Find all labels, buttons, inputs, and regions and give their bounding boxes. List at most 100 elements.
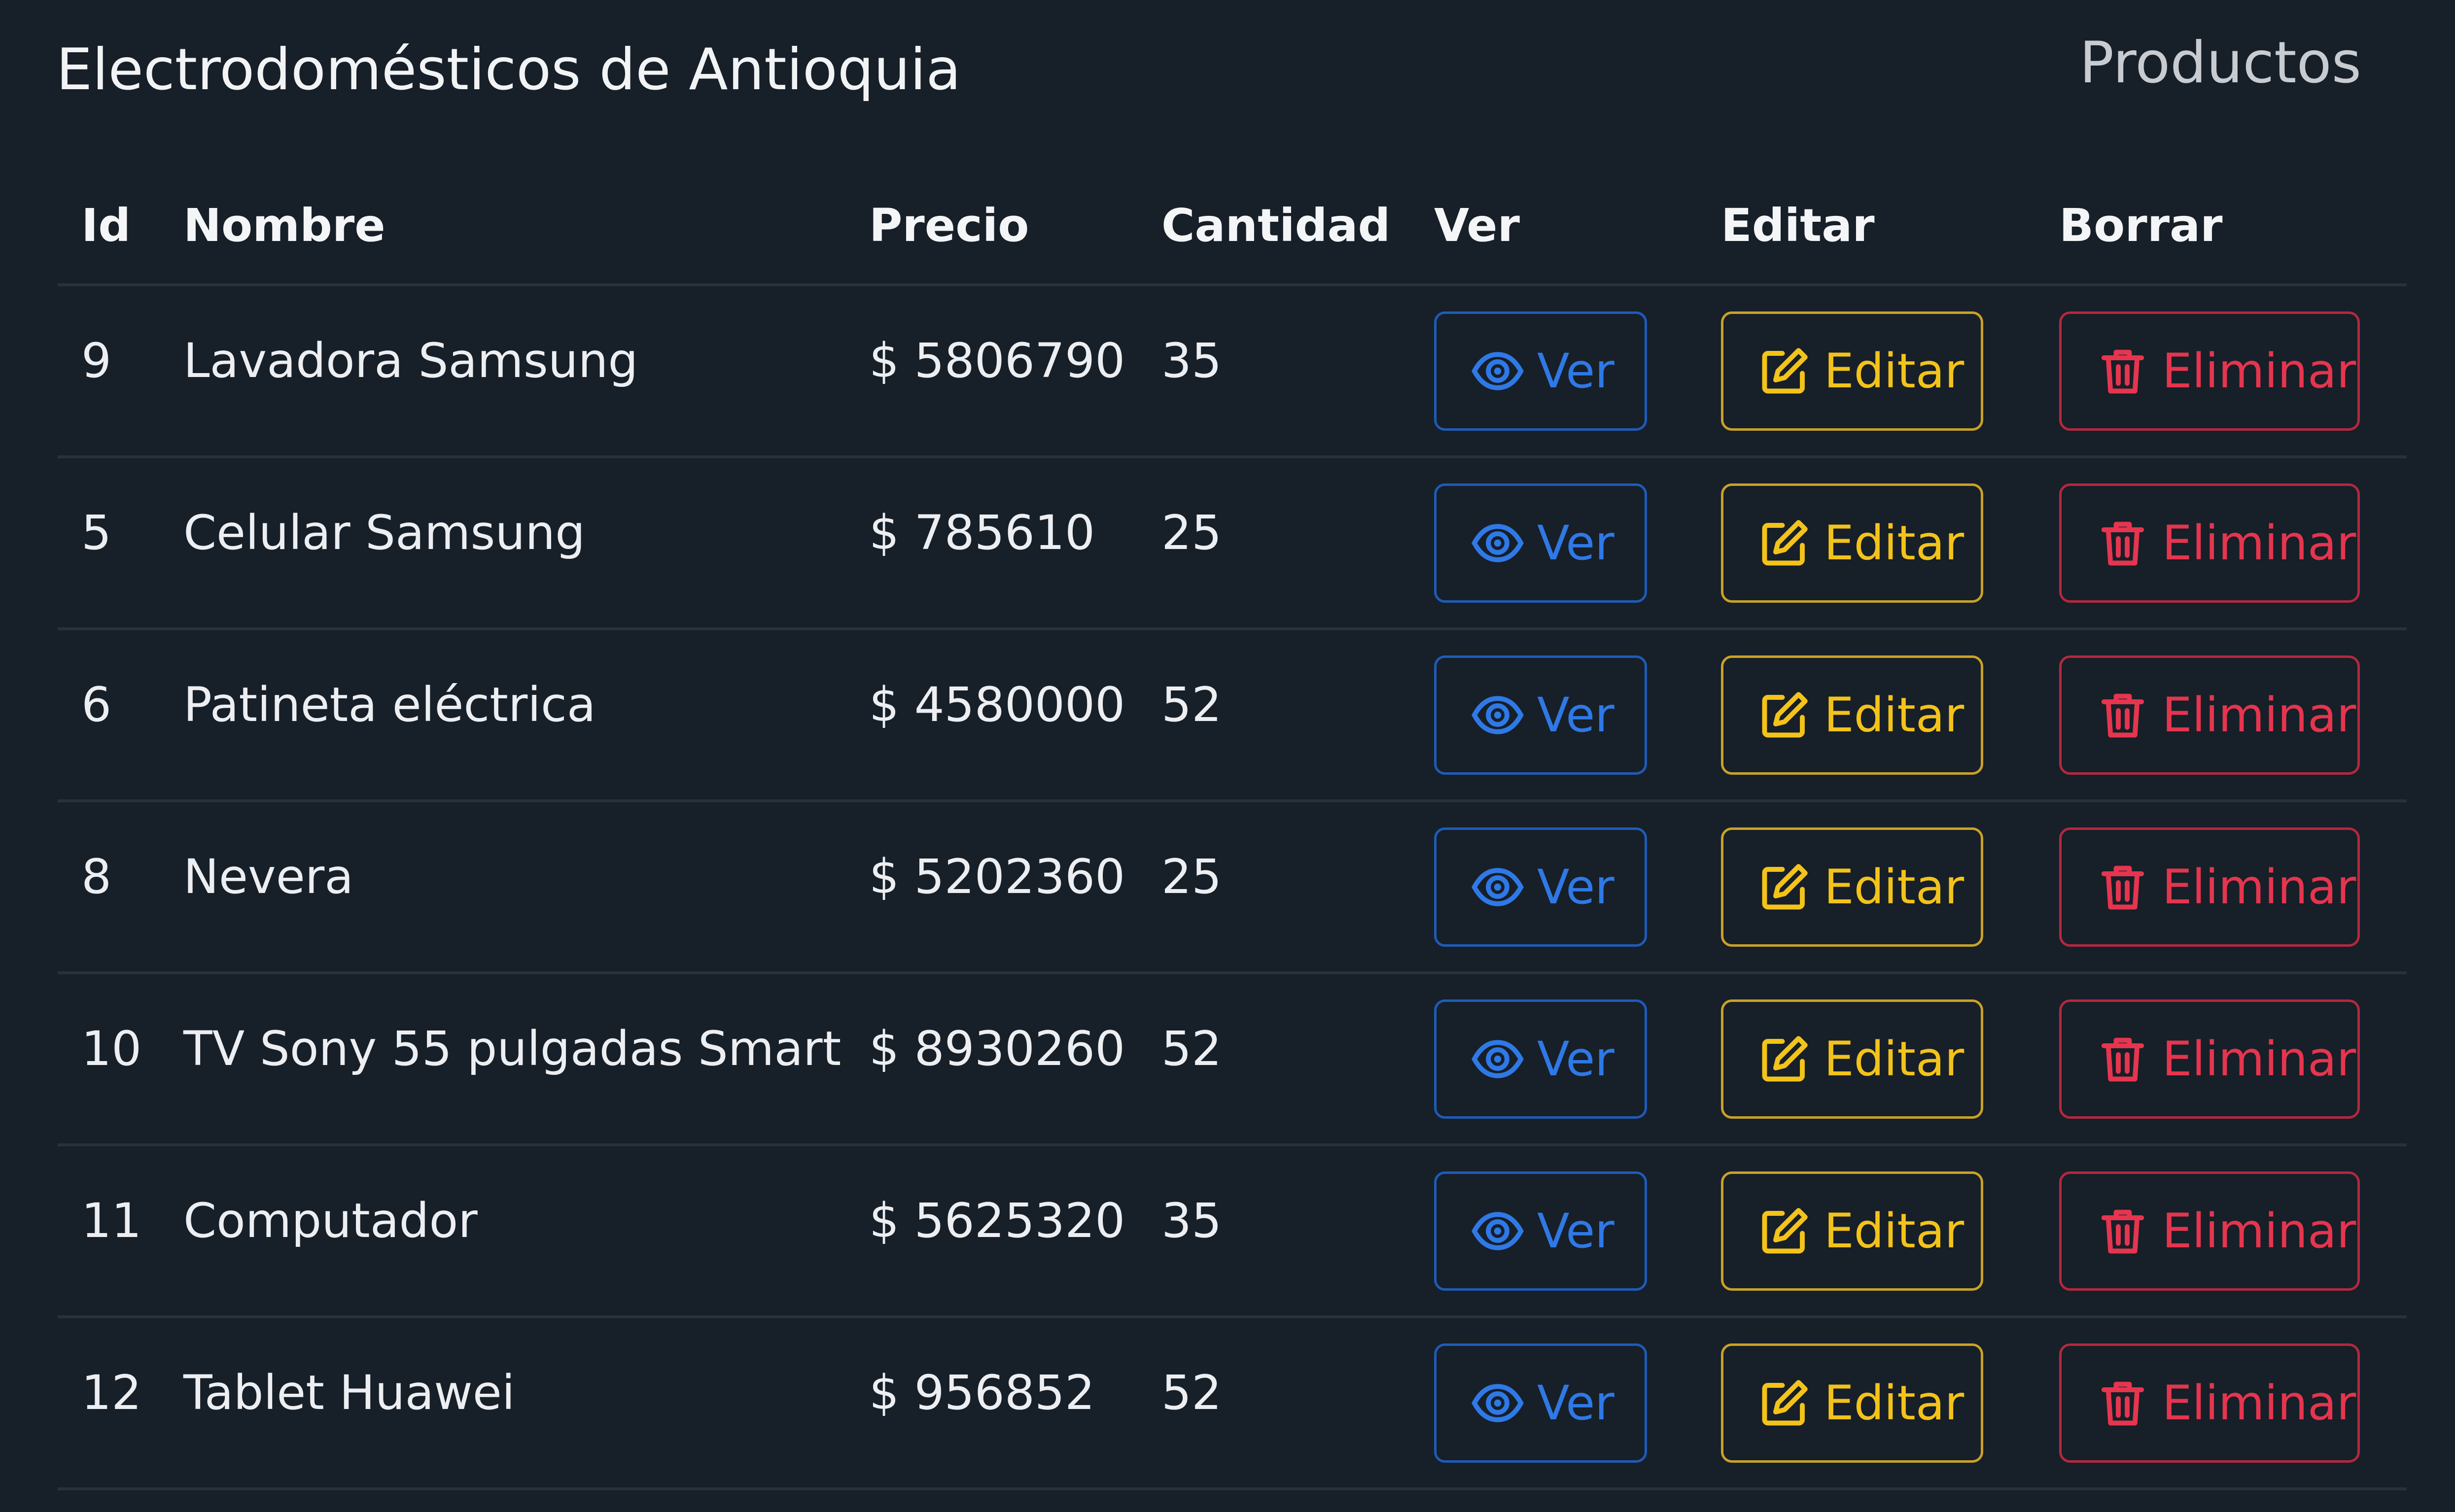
pencil-square-icon — [1762, 348, 1808, 394]
eliminar-button[interactable]: Eliminar — [2059, 483, 2360, 603]
header-ver: Ver — [1410, 168, 1697, 286]
cell-id: 6 — [58, 629, 160, 802]
cell-cantidad: 52 — [1138, 973, 1410, 1146]
cell-editar: Editar — [1697, 1145, 2035, 1318]
cell-precio: $ 8930260 — [845, 973, 1138, 1146]
cell-id: 12 — [58, 1317, 160, 1490]
table-row: 11 Computador $ 5625320 35 Ver Editar El… — [58, 1145, 2407, 1318]
editar-button[interactable]: Editar — [1721, 483, 1983, 603]
eliminar-button-label: Eliminar — [2162, 515, 2356, 571]
navbar-brand[interactable]: Electrodomésticos de Antioquia — [56, 31, 961, 109]
cell-editar: Editar — [1697, 1317, 2035, 1490]
eliminar-button[interactable]: Eliminar — [2059, 1171, 2360, 1291]
editar-button[interactable]: Editar — [1721, 1343, 1983, 1463]
header-borrar: Borrar — [2035, 168, 2407, 286]
eliminar-button[interactable]: Eliminar — [2059, 655, 2360, 775]
trash-icon — [2101, 521, 2144, 566]
cell-precio: $ 785610 — [845, 457, 1138, 630]
pencil-square-icon — [1762, 692, 1808, 738]
cell-precio: $ 956852 — [845, 1317, 1138, 1490]
ver-button-label: Ver — [1537, 859, 1614, 915]
cell-ver: Ver — [1410, 1317, 1697, 1490]
cell-ver: Ver — [1410, 629, 1697, 802]
editar-button-label: Editar — [1824, 1031, 1964, 1087]
editar-button-label: Editar — [1824, 344, 1964, 399]
eye-icon — [1472, 1384, 1524, 1422]
ver-button[interactable]: Ver — [1434, 1343, 1647, 1463]
eye-icon — [1472, 868, 1524, 906]
ver-button[interactable]: Ver — [1434, 655, 1647, 775]
eliminar-button-label: Eliminar — [2162, 1375, 2356, 1431]
eye-icon — [1472, 1040, 1524, 1078]
cell-editar: Editar — [1697, 285, 2035, 458]
cell-editar: Editar — [1697, 629, 2035, 802]
editar-button-label: Editar — [1824, 859, 1964, 915]
eliminar-button-label: Eliminar — [2162, 687, 2356, 743]
eliminar-button-label: Eliminar — [2162, 1203, 2356, 1259]
ver-button[interactable]: Ver — [1434, 999, 1647, 1119]
trash-icon — [2101, 1037, 2144, 1082]
ver-button[interactable]: Ver — [1434, 483, 1647, 603]
cell-ver: Ver — [1410, 1145, 1697, 1318]
cell-id: 10 — [58, 973, 160, 1146]
eliminar-button-label: Eliminar — [2162, 859, 2356, 915]
cell-nombre: Celular Samsung — [160, 457, 845, 630]
editar-button[interactable]: Editar — [1721, 827, 1983, 947]
editar-button-label: Editar — [1824, 687, 1964, 743]
cell-precio: $ 5202360 — [845, 801, 1138, 974]
pencil-square-icon — [1762, 1036, 1808, 1082]
table-row: 12 Tablet Huawei $ 956852 52 Ver Editar — [58, 1317, 2407, 1490]
ver-button[interactable]: Ver — [1434, 827, 1647, 947]
cell-borrar: Eliminar — [2035, 1317, 2407, 1490]
nav-link-productos[interactable]: Productos — [2079, 24, 2361, 103]
trash-icon — [2101, 1209, 2144, 1254]
ver-button-label: Ver — [1537, 687, 1614, 743]
cell-borrar: Eliminar — [2035, 629, 2407, 802]
cell-ver: Ver — [1410, 973, 1697, 1146]
cell-nombre: Computador — [160, 1145, 845, 1318]
cell-id: 5 — [58, 457, 160, 630]
pencil-square-icon — [1762, 864, 1808, 910]
ver-button[interactable]: Ver — [1434, 1171, 1647, 1291]
cell-nombre: Lavadora Samsung — [160, 285, 845, 458]
header-precio: Precio — [845, 168, 1138, 286]
ver-button-label: Ver — [1537, 1375, 1614, 1431]
eye-icon — [1472, 696, 1524, 734]
cell-precio: $ 4580000 — [845, 629, 1138, 802]
header-row: Id Nombre Precio Cantidad Ver Editar Bor… — [58, 168, 2407, 286]
cell-borrar: Eliminar — [2035, 801, 2407, 974]
cell-borrar: Eliminar — [2035, 973, 2407, 1146]
table-row: 5 Celular Samsung $ 785610 25 Ver Editar — [58, 457, 2407, 630]
table-row: 9 Lavadora Samsung $ 5806790 35 Ver Edit… — [58, 285, 2407, 458]
table-header: Id Nombre Precio Cantidad Ver Editar Bor… — [58, 168, 2407, 286]
cell-cantidad: 25 — [1138, 801, 1410, 974]
trash-icon — [2101, 349, 2144, 394]
eliminar-button[interactable]: Eliminar — [2059, 311, 2360, 431]
header-cantidad: Cantidad — [1138, 168, 1410, 286]
cell-nombre: Patineta eléctrica — [160, 629, 845, 802]
eliminar-button[interactable]: Eliminar — [2059, 1343, 2360, 1463]
cell-ver: Ver — [1410, 457, 1697, 630]
cell-precio: $ 5625320 — [845, 1145, 1138, 1318]
cell-nombre: TV Sony 55 pulgadas Smart — [160, 973, 845, 1146]
ver-button[interactable]: Ver — [1434, 311, 1647, 431]
cell-borrar: Eliminar — [2035, 285, 2407, 458]
cell-ver: Ver — [1410, 285, 1697, 458]
table-row: 6 Patineta eléctrica $ 4580000 52 Ver Ed… — [58, 629, 2407, 802]
trash-icon — [2101, 1381, 2144, 1426]
editar-button[interactable]: Editar — [1721, 311, 1983, 431]
ver-button-label: Ver — [1537, 344, 1614, 399]
editar-button[interactable]: Editar — [1721, 1171, 1983, 1291]
cell-editar: Editar — [1697, 457, 2035, 630]
eliminar-button[interactable]: Eliminar — [2059, 999, 2360, 1119]
eliminar-button-label: Eliminar — [2162, 1031, 2356, 1087]
header-nombre: Nombre — [160, 168, 845, 286]
editar-button[interactable]: Editar — [1721, 999, 1983, 1119]
cell-borrar: Eliminar — [2035, 1145, 2407, 1318]
trash-icon — [2101, 693, 2144, 738]
ver-button-label: Ver — [1537, 1031, 1614, 1087]
cell-id: 8 — [58, 801, 160, 974]
editar-button[interactable]: Editar — [1721, 655, 1983, 775]
trash-icon — [2101, 865, 2144, 910]
eliminar-button[interactable]: Eliminar — [2059, 827, 2360, 947]
